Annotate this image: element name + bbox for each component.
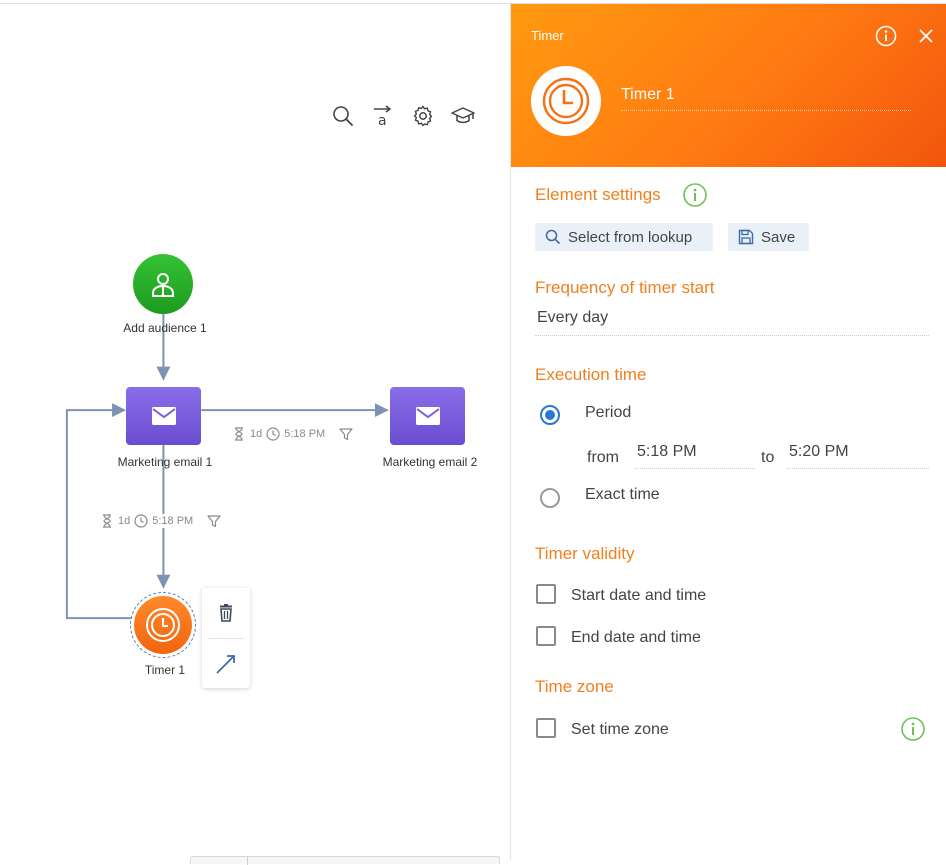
- arrow-icon: [216, 655, 235, 674]
- frequency-title: Frequency of timer start: [535, 278, 715, 297]
- marketing-email-2-node[interactable]: [390, 387, 465, 445]
- process-canvas[interactable]: a Add audience 1 Marketing email 1 Marke…: [0, 4, 511, 865]
- period-radio-label[interactable]: Period: [585, 404, 631, 422]
- end-date-label[interactable]: End date and time: [571, 629, 701, 647]
- transition-time: 5:18 PM: [152, 515, 194, 527]
- trash-icon: [220, 604, 232, 622]
- add-audience-label: Add audience 1: [123, 321, 207, 335]
- period-radio[interactable]: [540, 405, 560, 425]
- hourglass-icon: [103, 514, 111, 528]
- transition-condition-2[interactable]: 1d 5:18 PM: [98, 514, 224, 528]
- timer-node[interactable]: [130, 592, 196, 658]
- transition-condition-1[interactable]: 1d 5:18 PM: [230, 427, 356, 441]
- to-time-field[interactable]: 5:20 PM: [787, 443, 929, 469]
- element-settings-title: Element settings: [535, 185, 661, 204]
- from-label: from: [587, 449, 619, 466]
- info-icon: [875, 25, 897, 47]
- to-label: to: [761, 449, 775, 466]
- clock-icon: [146, 608, 180, 642]
- panel-element-type: Timer: [531, 28, 564, 43]
- marketing-email-1-label: Marketing email 1: [117, 455, 213, 469]
- element-avatar: [531, 66, 601, 136]
- info-icon[interactable]: [682, 182, 708, 208]
- node-context-menu: [202, 588, 250, 688]
- add-audience-node[interactable]: [133, 254, 193, 314]
- time-zone-title: Time zone: [535, 677, 614, 696]
- marketing-email-2-label: Marketing email 2: [382, 455, 478, 469]
- user-icon: [152, 273, 174, 297]
- timer-validity-title: Timer validity: [535, 544, 635, 563]
- save-label: Save: [761, 228, 796, 246]
- from-time-field[interactable]: 5:18 PM: [635, 443, 755, 469]
- timer-node-core: [134, 596, 192, 654]
- select-from-lookup-label: Select from lookup: [568, 228, 693, 246]
- clock-icon: [266, 427, 280, 441]
- panel-header: Timer Timer 1: [511, 4, 946, 167]
- start-date-label[interactable]: Start date and time: [571, 587, 706, 605]
- info-icon[interactable]: [900, 716, 926, 742]
- filter-icon: [339, 428, 353, 441]
- save-button[interactable]: Save: [728, 223, 809, 251]
- exact-time-radio-label[interactable]: Exact time: [585, 486, 660, 504]
- execution-time-title: Execution time: [535, 365, 647, 384]
- envelope-icon: [151, 407, 176, 425]
- set-time-zone-checkbox[interactable]: [536, 718, 556, 738]
- exact-time-radio[interactable]: [540, 488, 560, 508]
- end-date-checkbox[interactable]: [536, 626, 556, 646]
- close-panel-button[interactable]: [914, 24, 938, 48]
- header-info-button[interactable]: [874, 24, 898, 48]
- element-settings-panel: Timer Timer 1 Element settings Select fr…: [510, 4, 946, 860]
- delete-node-button[interactable]: [202, 588, 250, 638]
- transition-time: 5:18 PM: [284, 428, 326, 440]
- filter-icon: [207, 515, 221, 528]
- transition-delay: 1d: [118, 515, 131, 527]
- canvas-scrollbar[interactable]: [190, 856, 500, 865]
- set-time-zone-label[interactable]: Set time zone: [571, 721, 669, 739]
- start-date-checkbox[interactable]: [536, 584, 556, 604]
- element-name-field[interactable]: Timer 1: [621, 86, 911, 111]
- connect-node-button[interactable]: [202, 639, 250, 689]
- envelope-icon: [415, 407, 440, 425]
- clock-icon: [542, 77, 590, 125]
- clock-icon: [134, 514, 148, 528]
- frequency-select[interactable]: Every day: [535, 309, 929, 336]
- timer-node-label: Timer 1: [144, 663, 186, 677]
- hourglass-icon: [235, 427, 243, 441]
- floppy-disk-icon: [738, 229, 754, 245]
- transition-delay: 1d: [250, 428, 263, 440]
- close-icon: [919, 29, 933, 43]
- marketing-email-1-node[interactable]: [126, 387, 201, 445]
- select-from-lookup-button[interactable]: Select from lookup: [535, 223, 713, 251]
- search-icon: [545, 229, 561, 245]
